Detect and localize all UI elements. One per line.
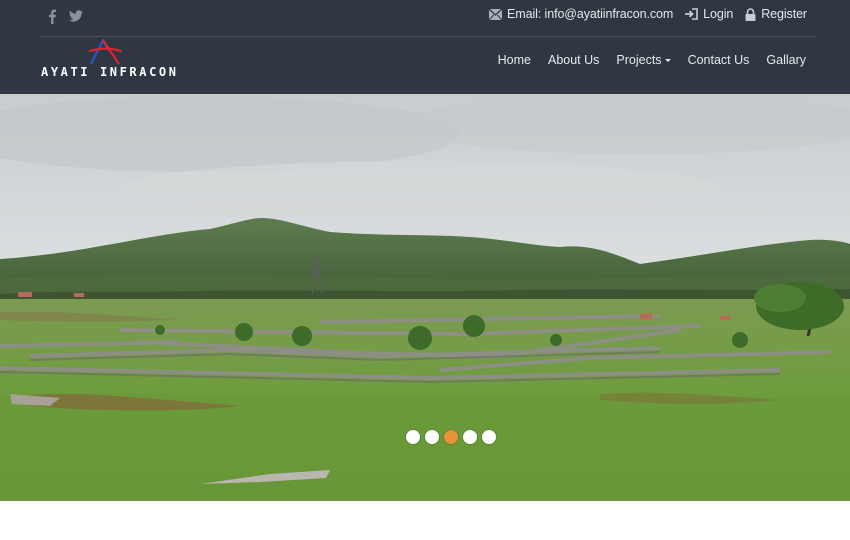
nav-item-label: Projects <box>616 53 662 67</box>
login-link[interactable]: Login <box>685 7 733 21</box>
nav-item-contact-us[interactable]: Contact Us <box>688 53 750 67</box>
nav-item-label: About Us <box>547 53 600 67</box>
logo-text: AYATI INFRACON <box>41 65 179 79</box>
slide-dot-3[interactable] <box>444 430 458 444</box>
lock-icon <box>745 7 756 21</box>
nav-item-about-us[interactable]: About Us <box>548 53 599 67</box>
caret-down-icon <box>664 59 671 62</box>
nav-item-label: Gallary <box>766 53 806 67</box>
twitter-icon[interactable] <box>68 8 84 24</box>
facebook-icon[interactable] <box>44 8 60 24</box>
content-area <box>0 501 850 540</box>
nav-item-home[interactable]: Home <box>498 53 531 67</box>
nav-item-projects[interactable]: Projects <box>616 53 671 67</box>
main-nav: Home About Us Projects Contact Us Gallar… <box>498 53 806 67</box>
nav-item-gallary[interactable]: Gallary <box>766 53 806 67</box>
register-link[interactable]: Register <box>745 7 807 21</box>
email-label: Email: info@ayatiinfracon.com <box>507 7 674 21</box>
slide-dot-1[interactable] <box>406 430 420 444</box>
nav-item-label: Contact Us <box>687 53 750 67</box>
register-label: Register <box>761 7 807 21</box>
social-links <box>44 8 84 24</box>
site-logo[interactable]: AYATI INFRACON <box>40 38 180 82</box>
slide-dot-4[interactable] <box>463 430 477 444</box>
hero-slider <box>0 94 850 501</box>
account-links: Email: info@ayatiinfracon.com Login Regi… <box>489 7 807 21</box>
login-icon <box>685 8 698 20</box>
envelope-icon <box>489 8 503 20</box>
logo-mark-icon <box>88 38 122 65</box>
slide-dot-2[interactable] <box>425 430 439 444</box>
login-label: Login <box>703 7 734 21</box>
site-header: Email: info@ayatiinfracon.com Login Regi… <box>0 0 850 94</box>
slider-dots <box>406 430 496 444</box>
top-bar: Email: info@ayatiinfracon.com Login Regi… <box>40 0 815 37</box>
slide-dot-5[interactable] <box>482 430 496 444</box>
nav-item-label: Home <box>497 53 531 67</box>
email-link[interactable]: Email: info@ayatiinfracon.com <box>489 7 673 21</box>
